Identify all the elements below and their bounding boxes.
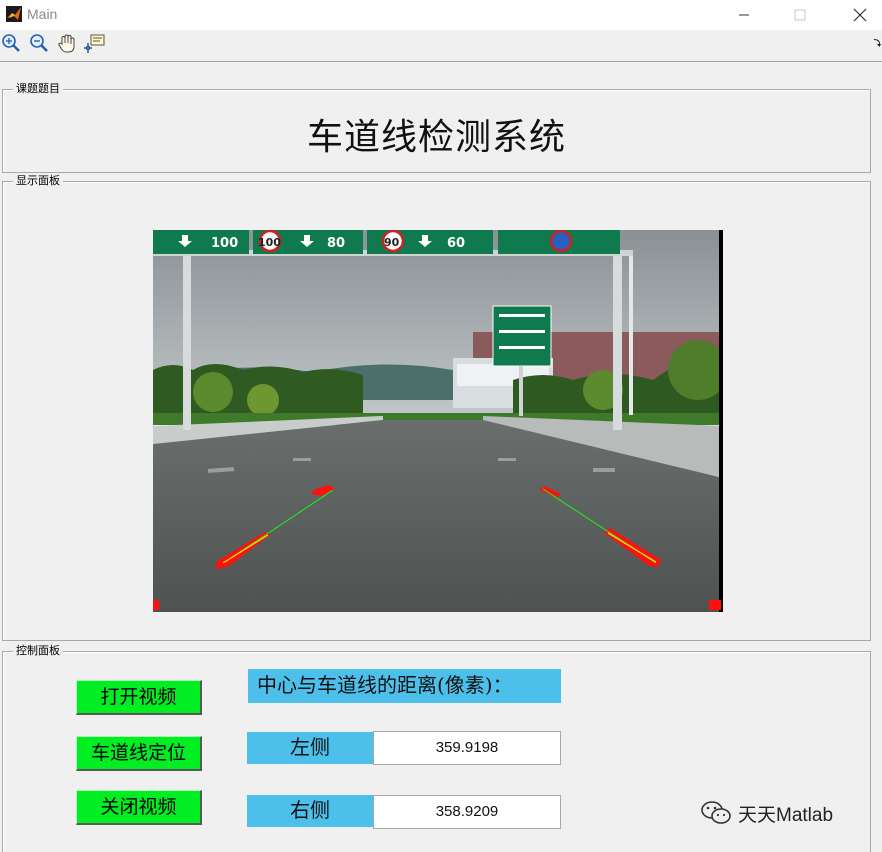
minimize-icon[interactable]: [730, 2, 758, 28]
sign-speed-5: 60: [447, 236, 465, 251]
close-icon[interactable]: [846, 2, 874, 28]
left-distance-field[interactable]: 359.9198: [373, 731, 561, 765]
sign-speed-1: 100: [211, 236, 238, 251]
matlab-logo-icon: [6, 6, 22, 22]
control-panel-label: 控制面板: [13, 644, 63, 658]
topic-panel: 课题题目 车道线检测系统: [2, 82, 871, 173]
video-frame: 100 100 80 90 60: [153, 230, 723, 612]
title-bar: Main: [0, 0, 882, 30]
watermark-text: 天天Matlab: [738, 805, 834, 826]
left-side-label: 左侧: [247, 732, 373, 764]
display-panel-label: 显示面板: [13, 174, 63, 188]
window-title: Main: [27, 6, 58, 22]
display-panel: 显示面板 100 100 80 90 60: [2, 174, 871, 641]
sign-speed-2: 100: [258, 236, 281, 249]
right-side-label: 右侧: [247, 795, 373, 827]
topic-panel-label: 课题题目: [13, 82, 63, 96]
page-title: 车道线检测系统: [306, 117, 566, 158]
zoom-out-icon[interactable]: [28, 33, 50, 55]
wechat-icon: [701, 801, 731, 824]
data-cursor-icon[interactable]: [84, 33, 106, 55]
maximize-icon[interactable]: [786, 2, 814, 28]
distance-heading: 中心与车道线的距离(像素)：: [248, 669, 561, 703]
toolbar-overflow-icon[interactable]: [873, 38, 881, 48]
sign-speed-4: 90: [384, 236, 400, 249]
locate-lane-button[interactable]: 车道线定位: [76, 736, 202, 771]
pan-hand-icon[interactable]: [56, 33, 78, 55]
open-video-button[interactable]: 打开视频: [76, 680, 202, 715]
close-video-button[interactable]: 关闭视频: [76, 790, 202, 825]
sign-speed-3: 80: [327, 236, 345, 251]
figure-toolbar: [0, 30, 882, 62]
right-distance-field[interactable]: 358.9209: [373, 795, 561, 829]
zoom-in-icon[interactable]: [0, 33, 22, 55]
